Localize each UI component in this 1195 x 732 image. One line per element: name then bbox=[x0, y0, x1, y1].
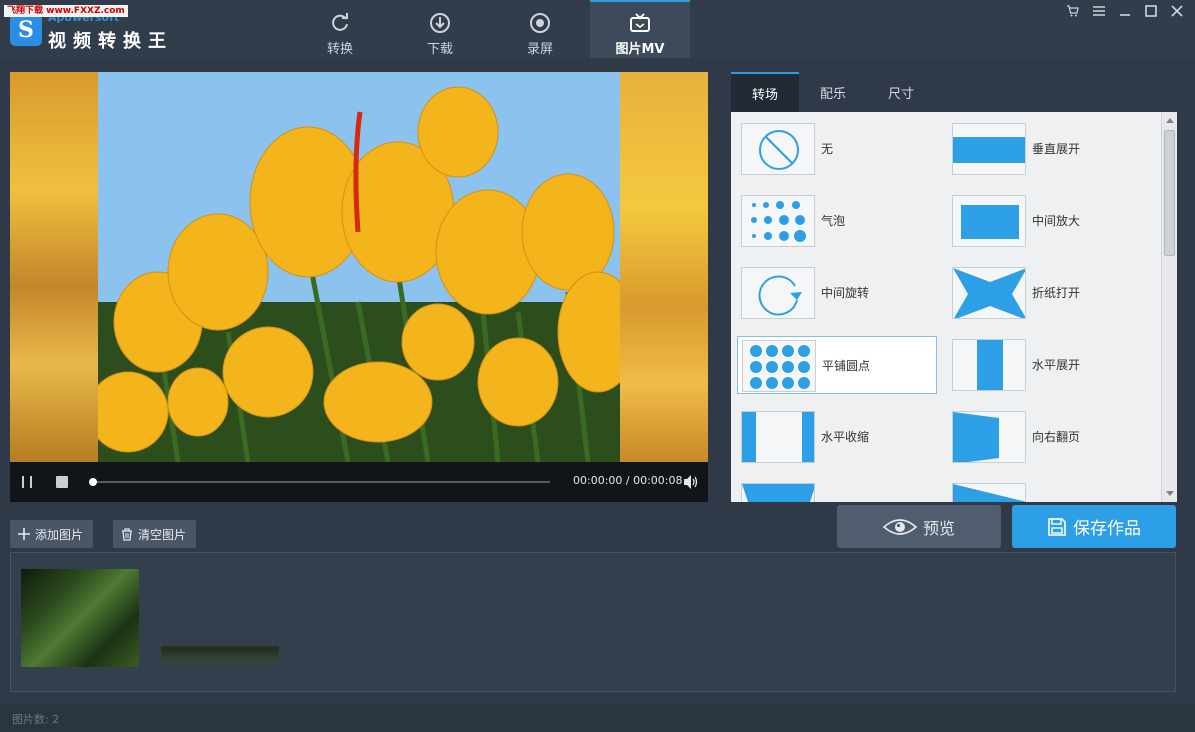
download-icon bbox=[428, 11, 452, 35]
save-icon bbox=[1047, 517, 1067, 537]
clear-images-button[interactable]: 清空图片 bbox=[113, 520, 197, 548]
tab-record-label: 录屏 bbox=[526, 42, 553, 57]
transition-center-zoom[interactable]: 中间放大 bbox=[948, 192, 1148, 250]
volume-icon[interactable] bbox=[682, 473, 700, 491]
transition-label: 垂直展开 bbox=[1032, 142, 1081, 156]
maximize-icon[interactable] bbox=[1145, 4, 1157, 18]
image-list bbox=[10, 552, 1176, 692]
main-nav: 转换 下载 录屏 图片MV bbox=[290, 0, 690, 58]
scroll-down-icon[interactable] bbox=[1166, 491, 1174, 496]
preview-button[interactable]: 预览 bbox=[837, 505, 1001, 548]
window-controls bbox=[1067, 4, 1183, 18]
transition-label: 折纸打开 bbox=[1032, 286, 1081, 300]
video-player: 00:00:00 / 00:00:08 bbox=[10, 72, 708, 502]
transition-label: 水平收缩 bbox=[821, 430, 870, 444]
transition-label: 中间放大 bbox=[1032, 214, 1081, 228]
transition-item-partial[interactable] bbox=[948, 480, 1148, 502]
transition-horizontal-shrink[interactable]: 水平收缩 bbox=[737, 408, 937, 466]
transition-none[interactable]: 无 bbox=[737, 120, 937, 178]
tile-dots-icon bbox=[742, 340, 816, 392]
blur-background-left bbox=[10, 72, 98, 462]
tab-transition[interactable]: 转场 bbox=[731, 72, 799, 112]
transition-horizontal-expand[interactable]: 水平展开 bbox=[948, 336, 1148, 394]
transition-item-partial[interactable] bbox=[737, 480, 937, 502]
vertical-expand-icon bbox=[952, 123, 1026, 175]
refresh-icon bbox=[328, 11, 352, 35]
blur-background-right bbox=[620, 72, 708, 462]
close-icon[interactable] bbox=[1171, 4, 1183, 18]
tab-music[interactable]: 配乐 bbox=[799, 72, 867, 112]
tulip-photo bbox=[98, 72, 620, 462]
eye-icon bbox=[882, 517, 917, 537]
transition-page-flip-right[interactable]: 向右翻页 bbox=[948, 408, 1148, 466]
horizontal-expand-icon bbox=[952, 339, 1026, 391]
scroll-thumb[interactable] bbox=[1164, 130, 1175, 256]
image-thumbnail[interactable] bbox=[21, 569, 139, 667]
save-work-label: 保存作品 bbox=[1073, 519, 1141, 539]
record-icon bbox=[528, 11, 552, 35]
transition-label: 无 bbox=[821, 142, 834, 156]
transition-label: 水平展开 bbox=[1032, 358, 1081, 372]
tv-icon bbox=[628, 11, 652, 35]
trapezoid-icon bbox=[741, 483, 815, 502]
transition-label: 向右翻页 bbox=[1032, 430, 1081, 444]
pause-icon[interactable] bbox=[22, 476, 32, 488]
transition-center-rotate[interactable]: 中间旋转 bbox=[737, 264, 937, 322]
tab-convert[interactable]: 转换 bbox=[290, 0, 390, 58]
preview-label: 预览 bbox=[922, 518, 955, 538]
add-image-label: 添加图片 bbox=[35, 527, 84, 542]
time-readout: 00:00:00 / 00:00:08 bbox=[573, 474, 683, 487]
tab-download[interactable]: 下载 bbox=[390, 0, 490, 58]
scroll-up-icon[interactable] bbox=[1166, 118, 1174, 123]
save-work-button[interactable]: 保存作品 bbox=[1012, 505, 1176, 548]
trash-icon bbox=[121, 527, 133, 541]
transition-label: 平铺圆点 bbox=[822, 359, 871, 373]
transition-scrollbar[interactable] bbox=[1161, 112, 1177, 502]
transition-fold-open[interactable]: 折纸打开 bbox=[948, 264, 1148, 322]
cart-icon[interactable] bbox=[1067, 4, 1079, 18]
transition-panel: 无 垂直展开 气泡 中间放大 中间旋转 折纸打开 平铺圆点 水平展开 水平收缩 … bbox=[731, 112, 1177, 502]
clear-images-label: 清空图片 bbox=[138, 527, 187, 542]
effects-tabs: 转场 配乐 尺寸 bbox=[731, 72, 1177, 112]
none-icon bbox=[741, 123, 815, 175]
seek-handle[interactable] bbox=[89, 478, 97, 486]
image-count: 图片数: 2 bbox=[12, 713, 60, 726]
transition-vertical-expand[interactable]: 垂直展开 bbox=[948, 120, 1148, 178]
plus-icon bbox=[18, 528, 30, 540]
tab-photo-mv-label: 图片MV bbox=[615, 42, 665, 57]
app-logo-icon: S bbox=[10, 14, 42, 46]
diagonal-wipe-icon bbox=[952, 483, 1026, 502]
add-image-button[interactable]: 添加图片 bbox=[10, 520, 94, 548]
tab-size[interactable]: 尺寸 bbox=[867, 72, 935, 112]
center-zoom-icon bbox=[952, 195, 1026, 247]
image-thumbnail[interactable] bbox=[161, 569, 279, 667]
app-title: 视频转换王 bbox=[48, 31, 173, 52]
tab-record[interactable]: 录屏 bbox=[490, 0, 590, 58]
watermark: 飞翔下载 www.FXXZ.com bbox=[4, 5, 128, 17]
video-area[interactable] bbox=[10, 72, 708, 462]
center-rotate-icon bbox=[741, 267, 815, 319]
tab-download-label: 下载 bbox=[426, 42, 453, 57]
transition-bubble[interactable]: 气泡 bbox=[737, 192, 937, 250]
status-bar: 图片数: 2 bbox=[0, 704, 1195, 732]
tab-convert-label: 转换 bbox=[326, 42, 353, 57]
menu-icon[interactable] bbox=[1093, 4, 1105, 18]
tab-photo-mv[interactable]: 图片MV bbox=[590, 0, 690, 58]
fold-open-icon bbox=[952, 267, 1026, 319]
transition-label: 气泡 bbox=[821, 214, 846, 228]
stop-icon[interactable] bbox=[56, 476, 68, 488]
bubble-icon bbox=[741, 195, 815, 247]
seek-bar[interactable] bbox=[89, 478, 550, 486]
minimize-icon[interactable] bbox=[1119, 4, 1131, 18]
player-controls: 00:00:00 / 00:00:08 bbox=[10, 462, 708, 502]
page-flip-right-icon bbox=[952, 411, 1026, 463]
horizontal-shrink-icon bbox=[741, 411, 815, 463]
transition-tile-dots[interactable]: 平铺圆点 bbox=[737, 336, 937, 394]
transition-label: 中间旋转 bbox=[821, 286, 870, 300]
title-bar: 飞翔下载 www.FXXZ.com S Apowersoft 视频转换王 转换 … bbox=[0, 0, 1195, 58]
